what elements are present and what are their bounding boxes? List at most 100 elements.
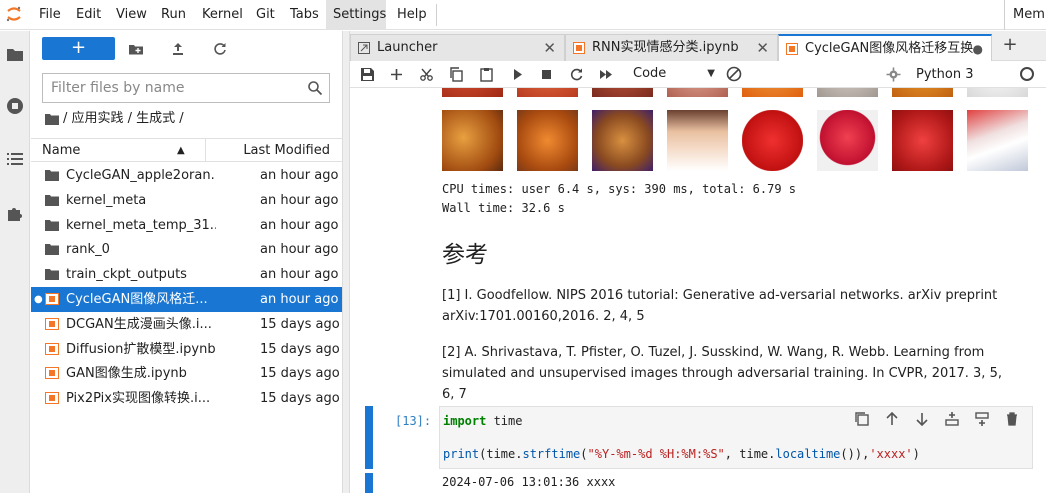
cell-type-dropdown[interactable]: Code ▼ [633,64,719,84]
cell-collapser[interactable] [365,406,373,469]
kernel-settings-icon[interactable] [886,67,901,82]
menu-help[interactable]: Help [391,0,431,30]
notebook-content: CPU times: user 6.4 s, sys: 390 ms, tota… [350,88,1046,493]
tab-launcher[interactable]: Launcher ✕ [350,34,565,61]
output-image-thumbnail [667,88,728,97]
code-cell[interactable]: [13]: import time print(time.strftime("%… [365,406,1033,469]
menu-git[interactable]: Git [250,0,282,30]
run-icon[interactable] [510,67,525,82]
menu-kernel[interactable]: Kernel [196,0,246,30]
menu-file[interactable]: File [32,0,62,30]
close-icon[interactable]: ✕ [756,35,769,61]
file-modified: 15 days ago [260,341,340,357]
menu-settings[interactable]: Settings [326,0,386,30]
file-modified: an hour ago [260,192,339,208]
reference-1: [1] I. Goodfellow. NIPS 2016 tutorial: G… [442,288,998,324]
new-folder-icon[interactable] [128,41,144,57]
refresh-icon[interactable] [212,41,228,57]
restart-kernel-icon[interactable] [569,67,584,82]
file-modified: 15 days ago [260,316,340,332]
file-filter-input[interactable] [43,74,293,102]
cut-icon[interactable] [419,67,434,82]
chevron-down-icon: ▼ [707,68,715,79]
file-row[interactable]: train_ckpt_outputs an hour ago [31,262,342,287]
move-down-icon[interactable] [914,411,930,427]
kernel-status-icon [1020,67,1034,81]
insert-above-icon[interactable] [944,411,960,427]
output-image-thumbnail [967,88,1028,97]
close-icon[interactable]: ✕ [543,35,556,61]
stop-icon[interactable] [539,67,554,82]
menu-bar: File Edit View Run Kernel Git Tabs Setti… [0,0,1046,30]
file-row[interactable]: kernel_meta_temp_31... an hour ago [31,213,342,238]
column-divider[interactable] [205,139,206,161]
notebook-toolbar: Code ▼ Python 3 (ipykernel) [350,61,1046,109]
folder-icon [45,219,59,231]
activity-bar [0,31,30,493]
delete-cell-icon[interactable] [1004,411,1020,427]
file-row[interactable]: GAN图像生成.ipynb 15 days ago [31,361,342,386]
output-image-thumbnail [742,110,803,171]
file-row[interactable]: ● CycleGAN图像风格迁... an hour ago [31,287,342,312]
git-diff-icon[interactable] [725,65,743,83]
restart-run-all-icon[interactable] [599,67,614,82]
output-image-thumbnail [517,88,578,97]
tab-label: Launcher [377,40,438,55]
output-image-thumbnail [517,110,578,171]
save-icon[interactable] [360,67,375,82]
move-up-icon[interactable] [884,411,900,427]
menu-view[interactable]: View [110,0,150,30]
tab-rnn-notebook[interactable]: RNN实现情感分类.ipynb ✕ [565,34,778,61]
file-filter [42,73,330,103]
copy-icon[interactable] [449,67,464,82]
file-name: CycleGAN图像风格迁... [66,292,208,307]
file-name: kernel_meta [66,192,147,208]
output-image-thumbnail [592,110,653,171]
menu-tabs[interactable]: Tabs [284,0,324,30]
file-modified: an hour ago [260,242,339,258]
code-line-1: import time [443,414,523,428]
upload-icon[interactable] [170,41,186,57]
file-row[interactable]: rank_0 an hour ago [31,237,342,262]
document-tab-bar: Launcher ✕ RNN实现情感分类.ipynb ✕ CycleGAN图像风… [350,31,1046,62]
column-name-header[interactable]: Name [42,139,80,162]
tab-cyclegan-notebook[interactable]: CycleGAN图像风格迁移互换. ● [778,34,992,62]
file-name: CycleGAN_apple2oran... [66,168,216,183]
file-row[interactable]: Pix2Pix实现图像转换.i... 15 days ago [31,386,342,411]
unsaved-dot-icon[interactable]: ● [973,36,983,62]
folder-icon [45,170,59,181]
cpu-times-output: CPU times: user 6.4 s, sys: 390 ms, tota… [442,182,797,196]
output-image-thumbnail [442,110,503,171]
memory-indicator: Mem: [1004,0,1046,30]
sidebar-splitter[interactable] [342,31,350,493]
cell-type-value: Code [633,66,667,81]
home-folder-icon[interactable] [45,113,59,125]
folder-icon[interactable] [4,43,26,65]
file-row[interactable]: Diffusion扩散模型.ipynb 15 days ago [31,337,342,362]
extension-manager-icon[interactable] [4,202,26,224]
menu-run[interactable]: Run [155,0,191,30]
folder-icon [45,244,59,256]
add-tab-button[interactable]: + [996,34,1024,58]
output-collapser[interactable] [365,473,373,493]
duplicate-cell-icon[interactable] [854,411,870,427]
table-of-contents-icon[interactable] [4,148,26,170]
column-modified-header[interactable]: Last Modified [243,139,330,162]
file-row[interactable]: CycleGAN_apple2oran... an hour ago [31,163,342,188]
menu-edit[interactable]: Edit [70,0,104,30]
file-modified: an hour ago [260,217,339,233]
paste-icon[interactable] [479,67,494,82]
insert-below-icon[interactable] [974,411,990,427]
breadcrumb-path[interactable]: / 应用实践 / 生成式 / [63,111,184,126]
file-row[interactable]: DCGAN生成漫画头像.i... 15 days ago [31,312,342,337]
file-name: Diffusion扩散模型.ipynb [66,341,216,357]
jupyterlab-window: File Edit View Run Kernel Git Tabs Setti… [0,0,1046,493]
code-editor[interactable]: import time print(time.strftime("%Y-%m-%… [439,406,1033,469]
file-modified: an hour ago [260,267,339,283]
insert-cell-icon[interactable] [389,67,404,82]
running-sessions-icon[interactable] [4,95,26,117]
sort-ascending-icon[interactable]: ▲ [177,139,185,162]
file-row[interactable]: kernel_meta an hour ago [31,188,342,213]
tab-label: CycleGAN图像风格迁移互换. [805,41,978,56]
new-launcher-button[interactable]: + [42,37,115,60]
